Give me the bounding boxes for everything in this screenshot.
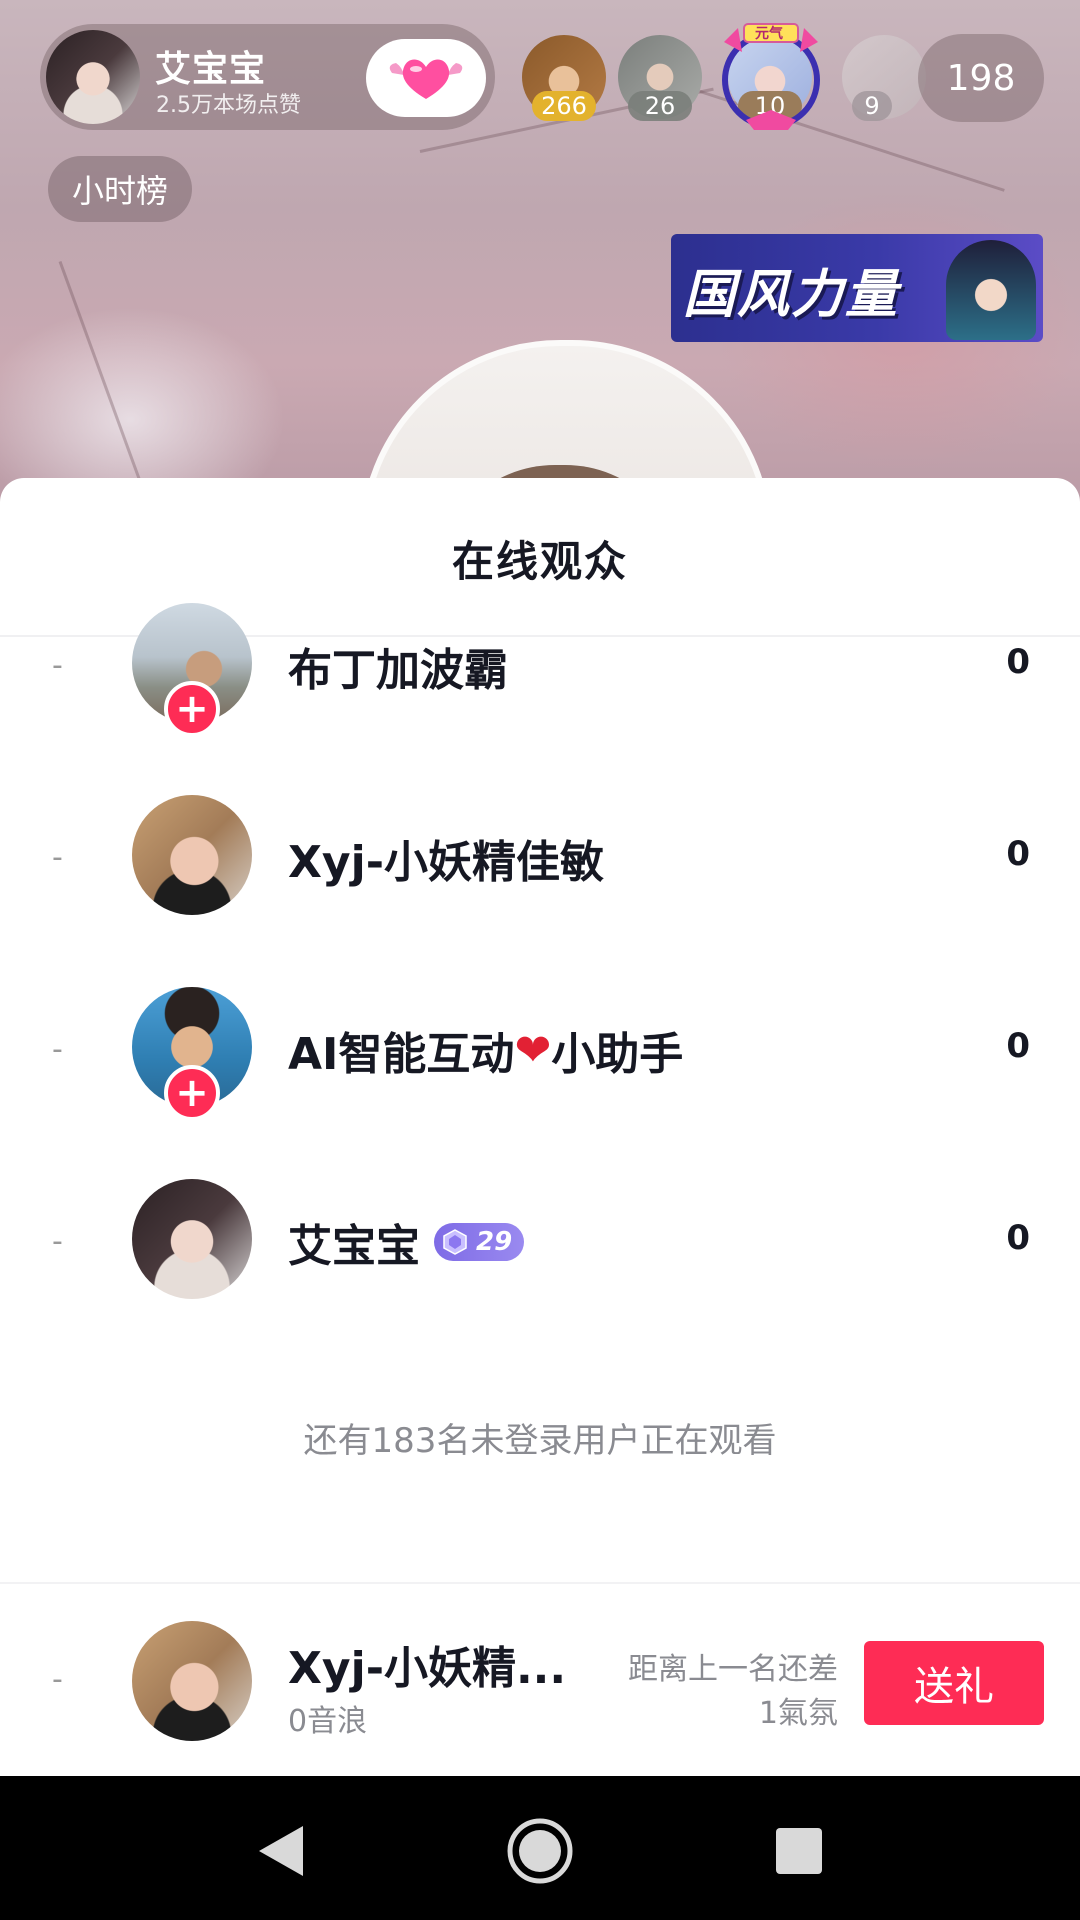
viewer-score: 0 [1006, 642, 1030, 682]
viewer-score: 0 [1006, 1026, 1030, 1066]
system-navigation-bar [0, 1776, 1080, 1920]
viewer-avatar[interactable] [132, 1179, 252, 1299]
viewer-name: AI智能互动 ❤ 小助手 [288, 1018, 683, 1082]
my-score: 0音浪 [288, 1704, 368, 1739]
red-heart-emoji: ❤ [514, 1024, 552, 1076]
rank-indicator: - [52, 1224, 63, 1259]
viewer-name: 艾宝宝 29 [288, 1210, 524, 1274]
follow-heart-button[interactable] [366, 39, 486, 117]
rank-gap-value: 1氣氛 [758, 1696, 838, 1731]
audience-row[interactable]: - + 布丁加波霸 0 [0, 578, 1080, 748]
rank-indicator: - [52, 648, 63, 683]
rank-indicator: - [52, 840, 63, 875]
live-room-screen: 艾宝宝 2.5万本场点赞 266 26 10 元气 9 198 小时榜 国风力量 [0, 0, 1080, 1920]
top-viewer-4[interactable]: 9 [842, 35, 926, 121]
hourly-rank-button[interactable]: 小时榜 [48, 156, 192, 222]
audience-row[interactable]: - 艾宝宝 29 0 [0, 1154, 1080, 1324]
my-rank-bar: - Xyj-小妖精... 0音浪 距离上一名还差 1氣氛 送礼 [0, 1582, 1080, 1778]
viewer-contribution-badge: 9 [852, 91, 892, 121]
my-avatar[interactable] [132, 1621, 252, 1741]
viewer-score: 0 [1006, 1218, 1030, 1258]
viewer-contribution-badge: 266 [532, 91, 596, 121]
viewer-score: 0 [1006, 834, 1030, 874]
promo-banner[interactable]: 国风力量 [671, 234, 1043, 342]
top-viewer-1[interactable]: 266 [522, 35, 606, 121]
host-name: 艾宝宝 [155, 49, 267, 90]
audience-row[interactable]: - Xyj-小妖精佳敏 0 [0, 770, 1080, 940]
follow-plus-button[interactable]: + [164, 681, 220, 737]
viewer-name-text: AI智能互动 [288, 1029, 515, 1080]
my-rank-indicator: - [52, 1662, 63, 1697]
send-gift-button[interactable]: 送礼 [864, 1641, 1044, 1725]
viewer-contribution-badge: 26 [628, 91, 692, 121]
back-triangle-icon[interactable] [245, 1816, 315, 1886]
promo-character-image [946, 240, 1036, 340]
user-level-badge: 29 [434, 1223, 524, 1261]
viewer-name: 布丁加波霸 [288, 634, 508, 698]
rank-indicator: - [52, 1032, 63, 1067]
top-viewer-2[interactable]: 26 [618, 35, 702, 121]
viewer-name-text-suffix: 小助手 [551, 1029, 684, 1080]
host-avatar[interactable] [46, 30, 140, 124]
viewer-name-text: 布丁加波霸 [288, 645, 508, 696]
recent-square-icon[interactable] [764, 1816, 834, 1886]
viewer-avatar[interactable] [132, 795, 252, 915]
my-name: Xyj-小妖精... [288, 1643, 567, 1694]
home-circle-icon[interactable] [505, 1816, 575, 1886]
viewer-name-text: Xyj-小妖精佳敏 [288, 837, 604, 888]
diamond-icon [443, 1229, 467, 1255]
host-likes-count: 2.5万本场点赞 [156, 93, 301, 118]
rank-gap-label: 距离上一名还差 [628, 1652, 838, 1687]
viewer-name-text: 艾宝宝 [288, 1221, 420, 1272]
user-level-value: 29 [476, 1227, 513, 1257]
follow-plus-button[interactable]: + [164, 1065, 220, 1121]
guest-viewers-note: 还有183名未登录用户正在观看 [303, 1421, 777, 1461]
heart-icon [389, 59, 463, 99]
audience-row[interactable]: - + AI智能互动 ❤ 小助手 0 [0, 962, 1080, 1132]
online-viewer-count[interactable]: 198 [918, 34, 1044, 122]
viewer-name: Xyj-小妖精佳敏 [288, 826, 604, 890]
wall-crack [58, 260, 144, 488]
crown-label: 元气 [755, 26, 783, 42]
promo-banner-text: 国风力量 [683, 265, 900, 325]
